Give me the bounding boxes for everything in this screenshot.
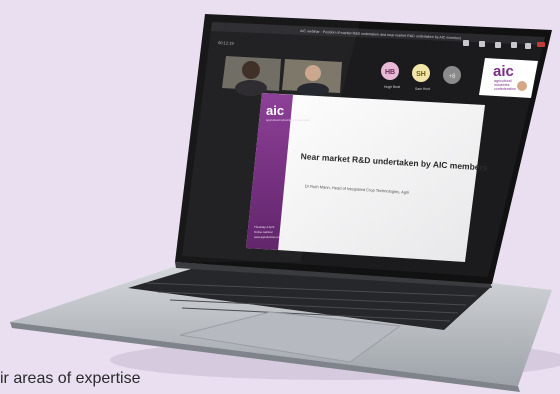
chat-icon[interactable] <box>479 41 485 47</box>
thumbnail-person <box>517 81 527 91</box>
leave-button[interactable] <box>537 42 545 47</box>
apps-icon[interactable] <box>525 43 531 49</box>
avatar-sh-label: Sam Hunt <box>415 87 430 91</box>
people-icon[interactable] <box>463 40 469 46</box>
avatar-hb-label: Hugh Beat <box>384 85 400 89</box>
avatar-more-count: +8 <box>449 74 457 80</box>
avatar-sh-initials: SH <box>416 71 426 78</box>
rooms-icon[interactable] <box>511 42 517 48</box>
laptop-photo: AIC webinar - Position of market R&D und… <box>10 14 560 392</box>
avatar-hb-initials: HB <box>385 69 395 76</box>
caption-text: ir areas of expertise <box>0 370 141 387</box>
thumbnail-line-3: confederation <box>494 87 516 91</box>
reactions-icon[interactable] <box>495 42 501 48</box>
thumbnail-logo: aic <box>493 63 514 80</box>
photo-scene: AIC webinar - Position of market R&D und… <box>0 0 560 394</box>
